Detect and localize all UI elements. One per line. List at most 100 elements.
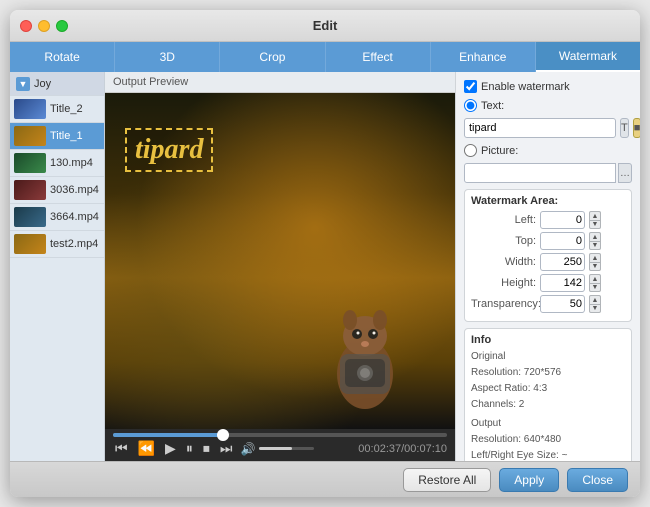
left-label: Left: (471, 214, 536, 226)
left-spin-down[interactable]: ▼ (589, 220, 601, 229)
restore-all-button[interactable]: Restore All (403, 468, 491, 492)
left-row: Left: ▲ ▼ (471, 211, 625, 229)
sidebar-item-file3[interactable]: 3664.mp4 (10, 204, 104, 231)
sidebar: ▼ Joy Title_2 Title_1 130.mp4 3036.mp4 (10, 72, 105, 461)
height-spin-down[interactable]: ▼ (589, 283, 601, 292)
sidebar-thumb-file3 (14, 207, 46, 227)
transparency-spin-up[interactable]: ▲ (589, 295, 601, 304)
progress-fill (113, 433, 223, 437)
apply-button[interactable]: Apply (499, 468, 559, 492)
time-display: 00:02:37/00:07:10 (358, 443, 447, 455)
left-input[interactable] (540, 211, 585, 229)
picture-mode-row: Picture: (464, 144, 632, 157)
progress-bar[interactable] (113, 433, 447, 437)
height-spinner: ▲ ▼ (589, 274, 601, 292)
output-preview-label: Output Preview (105, 72, 455, 93)
tab-enhance[interactable]: Enhance (431, 42, 536, 72)
text-color-button[interactable]: ■ (633, 118, 640, 138)
video-area: Output Preview tipard (105, 72, 455, 461)
top-spin-up[interactable]: ▲ (589, 232, 601, 241)
maximize-window-button[interactable] (56, 20, 68, 32)
video-frame[interactable]: tipard (105, 93, 455, 429)
title-bar: Edit (10, 10, 640, 42)
sidebar-item-title2[interactable]: Title_2 (10, 96, 104, 123)
width-spin-up[interactable]: ▲ (589, 253, 601, 262)
info-output-title: Output (471, 416, 625, 432)
tab-crop[interactable]: Crop (220, 42, 325, 72)
sidebar-label-file4: test2.mp4 (50, 238, 98, 250)
sidebar-thumb-title1 (14, 126, 46, 146)
height-row: Height: ▲ ▼ (471, 274, 625, 292)
volume-bar[interactable] (259, 447, 314, 450)
width-input[interactable] (540, 253, 585, 271)
play-button[interactable]: ▶ (163, 440, 178, 457)
tab-3d[interactable]: 3D (115, 42, 220, 72)
sidebar-thumb-file2 (14, 180, 46, 200)
width-spinner: ▲ ▼ (589, 253, 601, 271)
minimize-window-button[interactable] (38, 20, 50, 32)
video-controls: ⏮ ⏪ ▶ ⏸ ⏹ ⏭ 🔊 00:02:37/00:07:10 (105, 429, 455, 461)
top-input[interactable] (540, 232, 585, 250)
sidebar-thumb-title2 (14, 99, 46, 119)
left-spin-up[interactable]: ▲ (589, 211, 601, 220)
height-input[interactable] (540, 274, 585, 292)
progress-handle[interactable] (217, 429, 229, 441)
left-spinner: ▲ ▼ (589, 211, 601, 229)
watermark-overlay[interactable]: tipard (125, 128, 213, 172)
transparency-spin-down[interactable]: ▼ (589, 304, 601, 313)
top-spin-down[interactable]: ▼ (589, 241, 601, 250)
transparency-row: Transparency: ▲ ▼ (471, 295, 625, 313)
sidebar-item-file4[interactable]: test2.mp4 (10, 231, 104, 258)
text-label[interactable]: Text: (481, 100, 504, 112)
info-output-eye-size: Left/Right Eye Size: ~ (471, 448, 625, 461)
enable-watermark-label[interactable]: Enable watermark (481, 81, 570, 93)
sidebar-group-joy[interactable]: ▼ Joy (10, 72, 104, 96)
text-format-button[interactable]: T (620, 118, 629, 138)
info-output-resolution: Resolution: 640*480 (471, 432, 625, 448)
sidebar-label-title2: Title_2 (50, 103, 83, 115)
stop-button[interactable]: ⏹ (201, 440, 212, 457)
text-mode-row: Text: (464, 99, 632, 112)
enable-watermark-row: Enable watermark (464, 80, 632, 93)
sidebar-item-file1[interactable]: 130.mp4 (10, 150, 104, 177)
sidebar-item-file2[interactable]: 3036.mp4 (10, 177, 104, 204)
traffic-lights (20, 20, 68, 32)
sidebar-label-file2: 3036.mp4 (50, 184, 99, 196)
tab-effect[interactable]: Effect (326, 42, 431, 72)
picture-input-row: … (464, 163, 632, 183)
transparency-label: Transparency: (471, 298, 536, 310)
close-button[interactable]: Close (567, 468, 628, 492)
skip-end-button[interactable]: ⏭ (218, 440, 235, 457)
step-back-button[interactable]: ⏪ (136, 440, 157, 457)
volume-icon: 🔊 (240, 442, 255, 456)
text-input[interactable] (464, 118, 616, 138)
tabs-bar: Rotate 3D Crop Effect Enhance Watermark (10, 42, 640, 72)
skip-start-button[interactable]: ⏮ (113, 440, 130, 457)
tab-rotate[interactable]: Rotate (10, 42, 115, 72)
enable-watermark-checkbox[interactable] (464, 80, 477, 93)
tab-watermark[interactable]: Watermark (536, 42, 640, 72)
pause-button[interactable]: ⏸ (184, 440, 195, 457)
sidebar-label-file1: 130.mp4 (50, 157, 93, 169)
sidebar-thumb-file1 (14, 153, 46, 173)
sidebar-label-file3: 3664.mp4 (50, 211, 99, 223)
height-spin-up[interactable]: ▲ (589, 274, 601, 283)
transparency-input[interactable] (540, 295, 585, 313)
picture-radio[interactable] (464, 144, 477, 157)
right-panel: Enable watermark Text: T ■ Picture: … (455, 72, 640, 461)
picture-path-input[interactable] (464, 163, 616, 183)
watermark-area-section: Watermark Area: Left: ▲ ▼ Top: ▲ ▼ (464, 189, 632, 322)
sidebar-group-label: Joy (34, 78, 51, 90)
picture-browse-button[interactable]: … (618, 163, 632, 183)
main-content: ▼ Joy Title_2 Title_1 130.mp4 3036.mp4 (10, 72, 640, 461)
width-spin-down[interactable]: ▼ (589, 262, 601, 271)
bottom-bar: Restore All Apply Close (10, 461, 640, 497)
picture-label[interactable]: Picture: (481, 145, 518, 157)
width-row: Width: ▲ ▼ (471, 253, 625, 271)
text-radio[interactable] (464, 99, 477, 112)
transparency-spinner: ▲ ▼ (589, 295, 601, 313)
top-row: Top: ▲ ▼ (471, 232, 625, 250)
video-scene: tipard (105, 93, 455, 429)
close-window-button[interactable] (20, 20, 32, 32)
sidebar-item-title1[interactable]: Title_1 (10, 123, 104, 150)
